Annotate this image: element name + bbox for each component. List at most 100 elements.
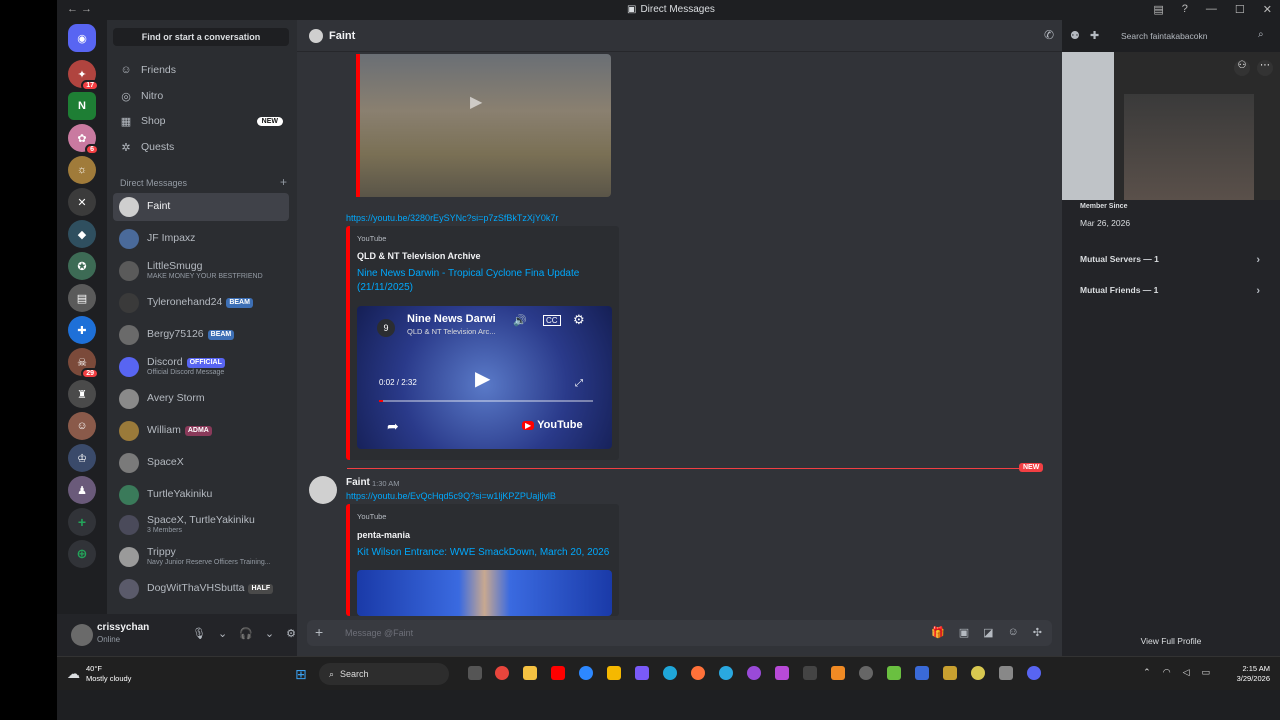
start-button[interactable]: ⊞ xyxy=(295,666,307,683)
video-thumbnail[interactable] xyxy=(357,570,612,616)
message-input[interactable]: Message @Faint xyxy=(345,628,413,638)
volume-icon[interactable]: 🔊 xyxy=(513,314,527,327)
copilot-icon[interactable] xyxy=(635,666,649,680)
edge-icon[interactable] xyxy=(663,666,677,680)
battery-icon[interactable]: ▭ xyxy=(1201,667,1210,678)
play-icon[interactable]: ▶ xyxy=(470,92,482,112)
server-icon[interactable]: ☼ xyxy=(68,156,96,184)
dm-item[interactable]: Faint xyxy=(113,193,289,221)
chevron-up-icon[interactable]: ⌃ xyxy=(1143,667,1151,678)
chevron-down-icon[interactable]: ⌄ xyxy=(218,627,227,640)
app-icon[interactable] xyxy=(859,666,873,680)
server-icon[interactable]: N xyxy=(68,92,96,120)
microphone-icon[interactable]: 🎙 xyxy=(192,627,206,640)
more-icon[interactable]: ⋯ xyxy=(1257,60,1273,76)
youtube-logo[interactable]: ▶ YouTube xyxy=(522,419,583,431)
progress-bar[interactable] xyxy=(379,400,593,402)
headphones-icon[interactable]: 🎧 xyxy=(239,627,253,640)
play-icon[interactable]: ▶ xyxy=(475,366,490,391)
server-icon[interactable]: ♟ xyxy=(68,476,96,504)
wifi-icon[interactable]: ◠ xyxy=(1163,667,1171,678)
app-icon[interactable] xyxy=(803,666,817,680)
server-icon[interactable]: ☺ xyxy=(68,412,96,440)
dm-item[interactable]: JF Impaxz xyxy=(113,225,289,253)
nav-quests[interactable]: ✲ Quests xyxy=(113,136,289,158)
server-icon[interactable]: ✕ xyxy=(68,188,96,216)
inbox-icon[interactable]: ▤ xyxy=(1153,3,1163,16)
chevron-down-icon[interactable]: ⌄ xyxy=(265,627,274,640)
discord-taskbar-icon[interactable] xyxy=(1027,666,1041,680)
dm-item[interactable]: DogWitThaVHSbutta HALF xyxy=(113,575,289,603)
dm-item[interactable]: Tyleronehand24 BEAM xyxy=(113,289,289,317)
dm-item[interactable]: SpaceX xyxy=(113,449,289,477)
discover-button[interactable]: ⊕ xyxy=(68,540,96,568)
add-server-button[interactable]: + xyxy=(68,508,96,536)
task-view-icon[interactable] xyxy=(468,666,482,680)
dm-item[interactable]: Avery Storm xyxy=(113,385,289,413)
app-icon[interactable] xyxy=(719,666,733,680)
video-thumbnail[interactable]: ▶ xyxy=(356,54,611,197)
embed-title[interactable]: Kit Wilson Entrance: WWE SmackDown, Marc… xyxy=(357,546,617,560)
settings-gear-icon[interactable]: ⚙ xyxy=(573,312,585,328)
server-icon[interactable]: ✦ 17 xyxy=(68,60,99,91)
close-button[interactable]: ✕ xyxy=(1263,3,1272,16)
firefox-icon[interactable] xyxy=(691,666,705,680)
friend-icon[interactable]: ⚇ xyxy=(1234,60,1250,76)
apps-icon[interactable]: ✣ xyxy=(1033,626,1042,639)
mutual-friends-row[interactable]: Mutual Friends — 1 › xyxy=(1080,285,1260,297)
dm-item[interactable]: LittleSmugg MAKE MONEY YOUR BESTFRIEND xyxy=(113,257,289,285)
gift-icon[interactable]: 🎁 xyxy=(931,626,945,639)
emoji-icon[interactable]: ☺ xyxy=(1008,626,1019,639)
app-icon[interactable] xyxy=(999,666,1013,680)
search-icon[interactable]: ⌕ xyxy=(1258,29,1264,40)
user-avatar[interactable] xyxy=(71,624,93,646)
home-button[interactable]: ◉ xyxy=(68,24,96,52)
nav-arrows-icon[interactable]: ← → xyxy=(67,3,92,15)
chrome-icon[interactable] xyxy=(495,666,509,680)
server-icon[interactable]: ✚ xyxy=(68,316,96,344)
settings-gear-icon[interactable]: ⚙ xyxy=(286,627,296,640)
weather-widget[interactable]: ☁ 40°F Mostly cloudy xyxy=(67,664,131,684)
help-icon[interactable]: ? xyxy=(1182,3,1188,16)
gif-icon[interactable]: ▣ xyxy=(959,626,969,639)
server-icon[interactable]: ♜ xyxy=(68,380,96,408)
clock[interactable]: 2:15 AM 3/29/2026 xyxy=(1237,664,1270,684)
dm-item[interactable]: Trippy Navy Junior Reserve Officers Train… xyxy=(113,543,289,571)
dm-item[interactable]: SpaceX, TurtleYakiniku 3 Members xyxy=(113,511,289,539)
youtube-link[interactable]: https://youtu.be/3280rEySYNc?si=p7zSfBkT… xyxy=(346,213,558,223)
server-icon[interactable]: ✿ 6 xyxy=(68,124,99,155)
search-input[interactable]: Search faintakabacokn xyxy=(1117,28,1267,44)
pin-icon[interactable]: ✚ xyxy=(1090,29,1099,42)
mutual-servers-row[interactable]: Mutual Servers — 1 › xyxy=(1080,254,1260,266)
call-icon[interactable]: ✆ xyxy=(1044,28,1054,42)
server-icon[interactable]: ▤ xyxy=(68,284,96,312)
youtube-icon[interactable] xyxy=(551,666,565,680)
app-icon[interactable] xyxy=(831,666,845,680)
youtube-link[interactable]: https://youtu.be/EvQcHqd5c9Q?si=w1ljKPZP… xyxy=(346,491,556,501)
dm-item[interactable]: William ADMA xyxy=(113,417,289,445)
server-icon[interactable]: ♔ xyxy=(68,444,96,472)
taskbar-search[interactable]: ⌕ Search xyxy=(319,663,449,685)
store-icon[interactable] xyxy=(607,666,621,680)
embed-author[interactable]: QLD & NT Television Archive xyxy=(357,251,481,261)
minimize-button[interactable]: — xyxy=(1206,3,1217,16)
attach-plus-icon[interactable]: + xyxy=(315,624,323,640)
author-avatar[interactable] xyxy=(309,476,337,504)
app-icon[interactable] xyxy=(915,666,929,680)
dm-item[interactable]: Bergy75126 BEAM xyxy=(113,321,289,349)
server-icon[interactable]: ✪ xyxy=(68,252,96,280)
captions-icon[interactable]: CC xyxy=(543,315,561,326)
video-player[interactable]: 9 Nine News Darwi QLD & NT Television Ar… xyxy=(357,306,612,449)
app-icon[interactable] xyxy=(775,666,789,680)
find-conversation-button[interactable]: Find or start a conversation xyxy=(113,28,289,46)
app-icon[interactable] xyxy=(747,666,761,680)
sticker-icon[interactable]: ◪ xyxy=(983,626,993,639)
message-author[interactable]: Faint xyxy=(346,477,370,488)
create-dm-icon[interactable]: + xyxy=(280,175,287,189)
server-icon[interactable]: ☠ 29 xyxy=(68,348,99,379)
app-icon[interactable] xyxy=(943,666,957,680)
app-icon[interactable] xyxy=(971,666,985,680)
maximize-button[interactable]: ☐ xyxy=(1235,3,1245,16)
view-full-profile-button[interactable]: View Full Profile xyxy=(1062,636,1280,646)
file-explorer-icon[interactable] xyxy=(523,666,537,680)
